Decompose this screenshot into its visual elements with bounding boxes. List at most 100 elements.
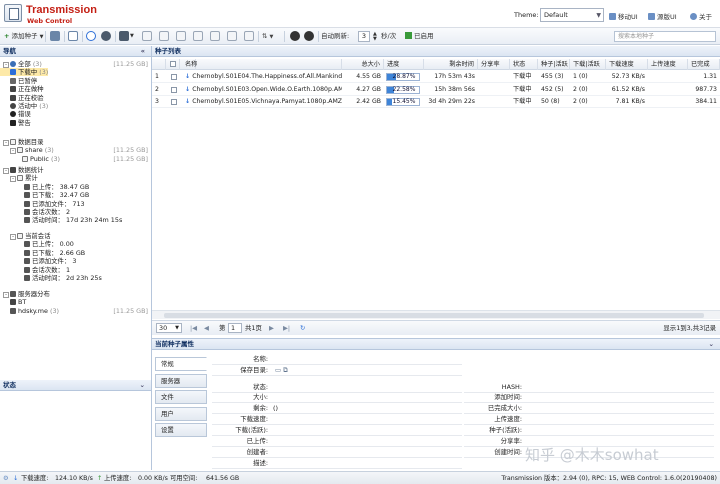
table-row[interactable]: 1 ↓ Chernobyl.S01E04.The.Happiness.of.All.… [152,71,720,83]
auto-refresh-toggle[interactable]: 已启用 [405,31,434,42]
nav-item[interactable]: 已下载： 2.66 GB [0,249,151,257]
tree-toggle-icon[interactable]: - [3,292,9,298]
refresh-interval-input[interactable]: 3 [358,31,370,42]
start-icon[interactable] [142,31,152,41]
table-row[interactable]: 3 ↓ Chernobyl.S01E05.Vichnaya.Pamyat.1080p… [152,96,720,108]
nav-item[interactable]: 正在校验 [0,94,151,102]
next-page-icon[interactable]: ▶ [269,321,274,336]
nav-item[interactable]: 已添加文件： 713 [0,200,151,208]
nav-item-label: 当前会话 [25,232,51,240]
theme-select[interactable]: Default ▼ [540,8,604,22]
pause-icon[interactable] [159,31,169,41]
row-checkbox[interactable] [171,99,177,105]
tree-toggle-icon[interactable]: - [3,140,9,146]
nav-item[interactable]: 已暂停 [0,77,151,85]
original-ui-link[interactable]: 源版UI [648,11,677,21]
nav-item-size: [11.25 GB] [113,146,148,155]
refresh-icon[interactable] [86,31,96,41]
tab-3[interactable]: 用户 [155,406,207,421]
collapse-icon[interactable]: « [141,46,145,57]
search-input[interactable]: 搜索本地种子 [614,31,716,42]
column-download-speed[interactable]: 下载速度 [606,59,648,70]
chevron-down-icon[interactable]: ⌄ [709,339,714,350]
nav-item[interactable]: 活动时间： 2d 23h 25s [0,274,151,282]
nav-item[interactable]: - 服务器分布 [0,290,151,298]
column-ratio[interactable]: 分享率 [478,59,510,70]
chevron-down-icon[interactable]: ⌄ [140,380,145,391]
nav-item[interactable]: BT [0,298,151,306]
tab-0[interactable]: 常规 [155,357,207,371]
settings-icon[interactable]: ⚙ [3,472,9,484]
page-input[interactable]: 1 [228,323,242,333]
scrollbar-thumb[interactable] [164,313,704,318]
about-link[interactable]: 关于 [690,11,712,21]
mobile-ui-link[interactable]: 移动UI [609,11,638,21]
tab-4[interactable]: 设置 [155,423,207,437]
row-checkbox[interactable] [171,74,177,80]
add-torrent-button[interactable]: + 添加种子 ▼ [4,31,43,42]
nav-item-content: 已上传： 38.47 GB [0,183,89,191]
stop-icon[interactable] [304,31,314,41]
nav-item[interactable]: 下载中 (3) [0,68,151,77]
property-label: 种子(活跃): [489,426,522,434]
spinner-icon[interactable]: ▲ ▼ [373,32,377,43]
last-page-icon[interactable]: ▶| [283,321,290,336]
rename-icon[interactable] [227,31,237,41]
column-size[interactable]: 总大小 [342,59,384,70]
nav-item[interactable]: - 累计 [0,174,151,183]
nav-item[interactable]: - share (3) [11.25 GB] [0,146,151,155]
column-status[interactable]: 状态 [510,59,538,70]
refresh-icon[interactable]: ↻ [300,321,305,336]
select-all-icon[interactable] [68,31,78,41]
torrent-name: ↓ Chernobyl.S01E05.Vichnaya.Pamyat.1080p.… [182,96,342,108]
tools-icon[interactable] [119,31,129,41]
header-checkbox[interactable] [166,59,180,70]
nav-item[interactable]: 正在做种 [0,85,151,93]
nav-item[interactable]: Public (3) [11.25 GB] [0,155,151,163]
column-peers[interactable]: 下载|活跃 [570,59,606,70]
folder-icon[interactable] [50,31,60,41]
nav-item-count: (3) [37,68,49,77]
nav-item[interactable]: 警告 [0,119,151,127]
column-progress[interactable]: 进度 [384,59,424,70]
nav-item-content: 已下载： 32.47 GB [0,191,89,199]
nav-item[interactable]: 错误 [0,110,151,118]
check-icon [10,94,16,101]
nav-item[interactable]: hdsky.me (3) [11.25 GB] [0,307,151,315]
nav-item[interactable]: 已下载： 32.47 GB [0,191,151,199]
list-icon[interactable] [244,31,254,41]
tree-toggle-icon[interactable]: - [10,148,16,155]
table-row[interactable]: 2 ↓ Chernobyl.S01E03.Open.Wide.O.Earth.108… [152,84,720,96]
row-checkbox[interactable] [171,86,177,93]
sort-icon[interactable]: ⇅ ▼ [262,31,273,42]
nav-item[interactable]: 已上传： 38.47 GB [0,183,151,191]
column-upload-speed[interactable]: 上传速度 [648,59,688,70]
tab-2[interactable]: 文件 [155,390,207,404]
nav-item[interactable]: - 数据目录 [0,138,151,146]
horizontal-scrollbar[interactable] [152,310,720,319]
column-done[interactable]: 已完成 [688,59,720,70]
move-icon[interactable] [193,31,203,41]
column-seeds[interactable]: 种子|活跃 [538,59,570,70]
recheck-icon[interactable] [176,31,186,41]
prev-page-icon[interactable]: ◀ [204,321,209,336]
nav-item[interactable]: 已上传： 0.00 [0,240,151,248]
copy-icon[interactable]: ⧉ [283,366,288,374]
nav-item[interactable]: 会话次数： 1 [0,266,151,274]
torrent-name: ↓ Chernobyl.S01E04.The.Happiness.of.All.M… [182,71,342,83]
nav-item[interactable]: 已添加文件： 3 [0,257,151,265]
first-page-icon[interactable]: |◀ [190,321,197,336]
nav-item[interactable]: 活动时间： 17d 23h 24m 15s [0,216,151,224]
tab-1[interactable]: 服务器 [155,373,207,388]
torrent-status: 下载中 [513,73,532,80]
page-size-select[interactable]: 30 ▼ [156,323,182,333]
column-name[interactable]: 名称 [182,59,342,70]
chevron-down-icon: ▼ [175,325,179,331]
play-icon[interactable] [290,31,300,41]
torrent-ratio [478,84,510,96]
tree-toggle-icon[interactable]: - [10,176,16,183]
column-remaining[interactable]: 剩余时间 [424,59,478,70]
gear-icon[interactable] [101,31,111,41]
delete-icon[interactable] [210,31,220,41]
folder-icon[interactable]: ▭ [275,366,281,374]
